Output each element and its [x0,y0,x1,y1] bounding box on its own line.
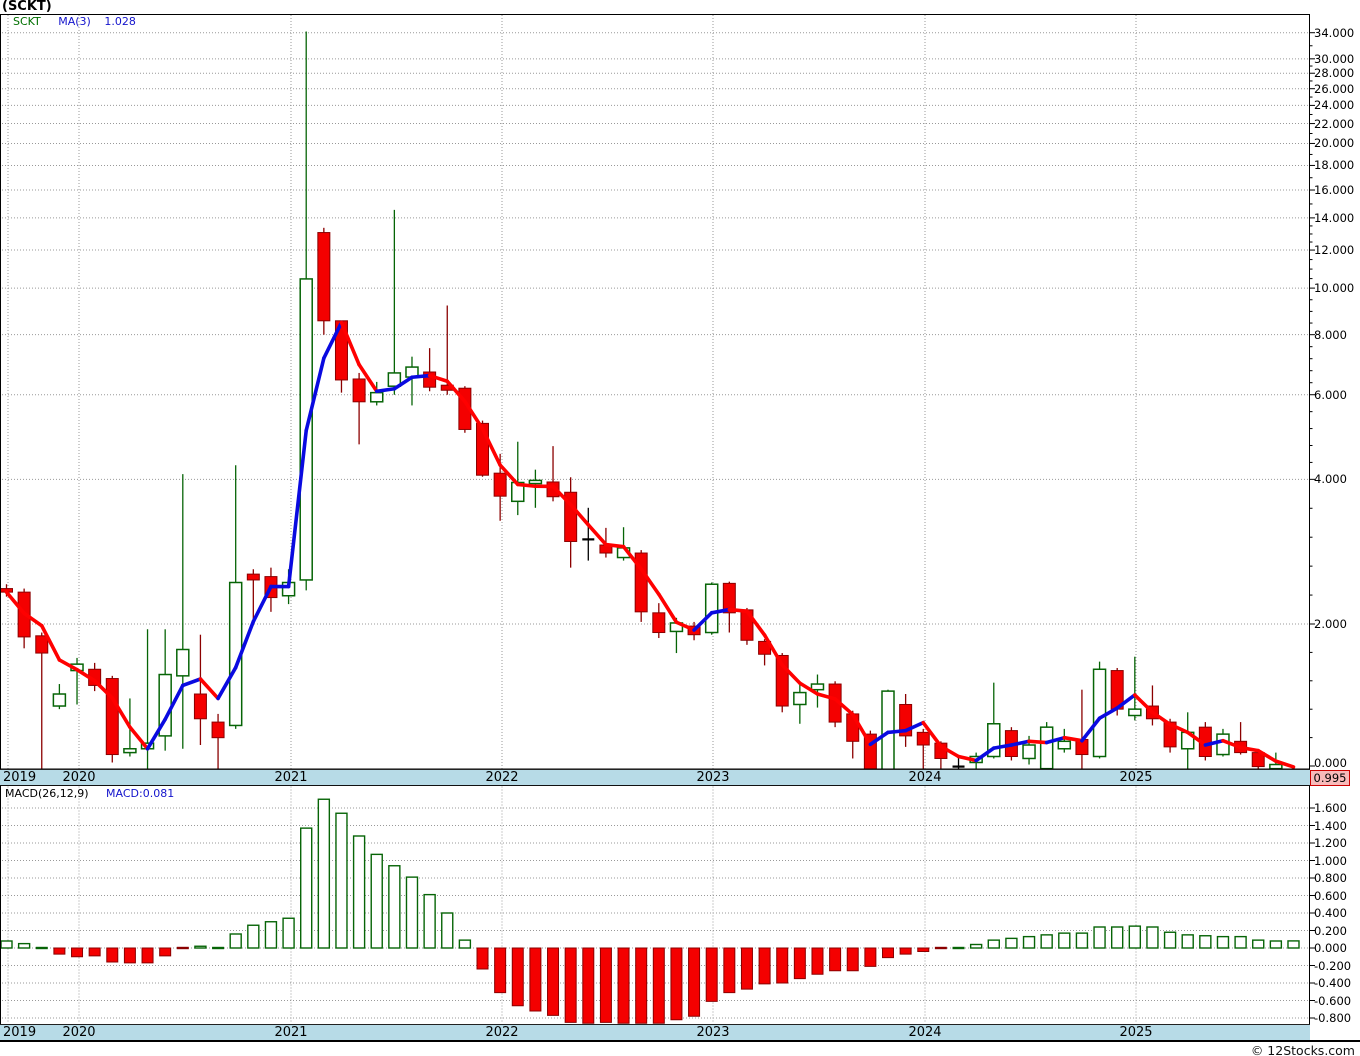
year-label: 2019 [3,770,37,785]
macd-axis-label: 1.200 [1314,836,1347,850]
price-axis-label: 12.000 [1314,243,1355,258]
year-label: 2022 [485,1025,519,1040]
macd-legend-label: MACD(26,12,9) [5,787,89,800]
price-axis-label: 20.000 [1314,136,1355,151]
price-axis-label: 22.000 [1314,116,1355,131]
last-price-badge: 0.995 [1310,770,1350,786]
macd-axis-label: -0.800 [1314,1011,1352,1025]
macd-axis-label: 0.400 [1314,906,1347,920]
page-title: (SCKT) [2,0,52,14]
price-axis-label: 18.000 [1314,158,1355,173]
macd-axis-label: 0.200 [1314,923,1347,938]
footer-divider [0,1040,1360,1042]
year-label: 2024 [908,1025,942,1040]
footer-credit: © 12Stocks.com [1250,1043,1355,1056]
macd-axis-label: 0.600 [1314,888,1347,903]
macd-legend-value: MACD:0.081 [106,787,175,800]
year-label: 2020 [62,770,96,785]
price-legend: SCKT MA(3) 1.028 [13,15,136,28]
macd-legend: MACD(26,12,9) MACD:0.081 [5,787,174,800]
price-x-axis-strip: 2019 2020 2021 2022 2023 2024 2025 [0,769,1310,786]
legend-ma-value: 1.028 [104,15,136,28]
year-label: 2020 [62,1025,96,1040]
macd-x-axis-strip: 2019 2020 2021 2022 2023 2024 2025 [0,1024,1310,1041]
macd-axis-label: 1.000 [1314,853,1347,868]
macd-axis-label: 0.000 [1314,941,1347,955]
chart-page: (SCKT) SCKT MA(3) 1.028 MACD(26,12,9) MA… [0,0,1360,1056]
macd-axis-label: 0.800 [1314,871,1347,885]
legend-symbol: SCKT [13,15,41,28]
price-axis-label: 2.000 [1314,617,1347,631]
price-axis-label: 14.000 [1314,210,1355,225]
price-axis-label: 8.000 [1314,327,1347,342]
price-axis-label: 16.000 [1314,183,1355,198]
year-label: 2023 [696,770,730,785]
year-label: 2025 [1119,770,1153,785]
price-axis-label: 26.000 [1314,81,1355,96]
macd-axis-label: -0.600 [1314,993,1352,1008]
price-axis-label: 0.000 [1314,756,1347,770]
macd-axis-label: -0.200 [1314,958,1352,973]
year-label: 2023 [696,1025,730,1040]
year-label: 2021 [274,1025,308,1040]
price-axis-label: 30.000 [1314,51,1355,66]
price-axis-label: 28.000 [1314,66,1355,81]
year-label: 2021 [274,770,308,785]
price-axis-label: 6.000 [1314,387,1347,402]
legend-ma-label: MA(3) [58,15,91,28]
price-axis-label: 10.000 [1314,281,1355,296]
macd-axis-label: 1.400 [1314,818,1347,833]
macd-axis-label: 1.600 [1314,801,1347,815]
price-axis-label: 4.000 [1314,472,1347,487]
price-axis-label: 34.000 [1314,25,1355,40]
year-label: 2025 [1119,1025,1153,1040]
chart-canvas [0,14,1315,1025]
price-axis-label: 24.000 [1314,98,1355,113]
macd-axis-label: -0.400 [1314,976,1352,990]
year-label: 2019 [3,1025,37,1040]
year-label: 2024 [908,770,942,785]
year-label: 2022 [485,770,519,785]
